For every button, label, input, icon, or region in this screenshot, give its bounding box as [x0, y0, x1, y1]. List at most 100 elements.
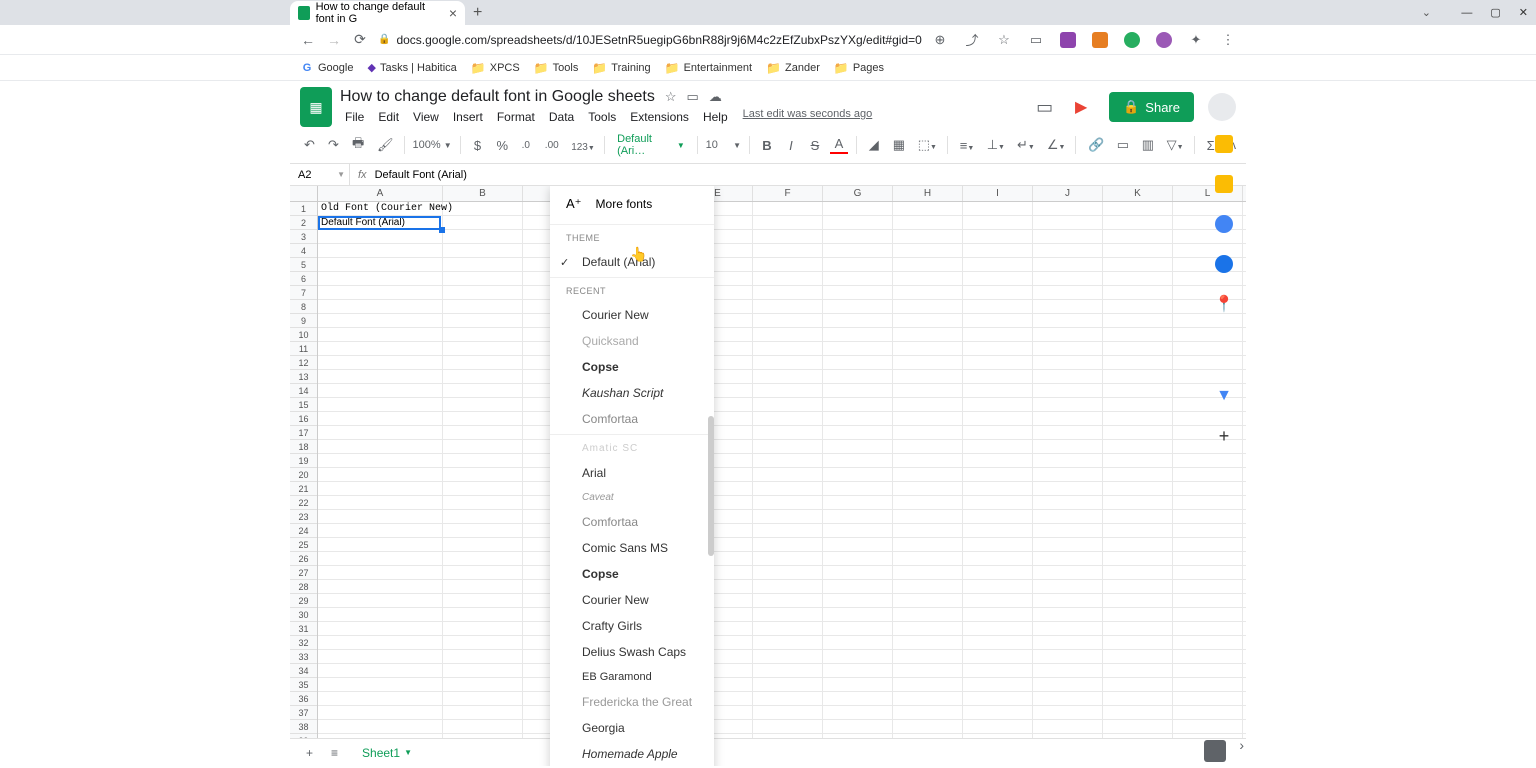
bookmark-entertainment[interactable]: 📁Entertainment: [665, 61, 752, 75]
cell[interactable]: [443, 412, 523, 425]
cell[interactable]: [1103, 384, 1173, 397]
cell[interactable]: [893, 524, 963, 537]
cell[interactable]: [963, 706, 1033, 719]
browser-tab[interactable]: How to change default font in G ×: [290, 1, 465, 25]
cell[interactable]: [823, 538, 893, 551]
cell[interactable]: [318, 412, 443, 425]
cell[interactable]: [1033, 468, 1103, 481]
cell[interactable]: [893, 566, 963, 579]
cell[interactable]: [753, 272, 823, 285]
link-button[interactable]: 🔗: [1084, 134, 1106, 156]
cell[interactable]: [753, 216, 823, 229]
cell[interactable]: [318, 286, 443, 299]
cell[interactable]: [753, 636, 823, 649]
select-all-corner[interactable]: [290, 186, 318, 201]
cell[interactable]: [753, 412, 823, 425]
cell[interactable]: [318, 608, 443, 621]
row-header[interactable]: 13: [290, 370, 317, 384]
row-header[interactable]: 12: [290, 356, 317, 370]
font-courier[interactable]: Courier New: [550, 587, 714, 613]
menu-data[interactable]: Data: [544, 108, 579, 126]
cell[interactable]: [823, 314, 893, 327]
cell[interactable]: [443, 720, 523, 733]
cell[interactable]: [963, 426, 1033, 439]
merge-button[interactable]: ⬚▼: [914, 134, 939, 156]
cell[interactable]: [1103, 356, 1173, 369]
cell[interactable]: [753, 202, 823, 215]
cell[interactable]: [443, 664, 523, 677]
cell[interactable]: [893, 202, 963, 215]
cell[interactable]: [443, 538, 523, 551]
cell[interactable]: [753, 580, 823, 593]
menu-format[interactable]: Format: [492, 108, 540, 126]
cell[interactable]: [443, 468, 523, 481]
cell[interactable]: [1033, 426, 1103, 439]
cell[interactable]: [823, 286, 893, 299]
cell[interactable]: [753, 538, 823, 551]
print-button[interactable]: 🖶: [348, 131, 367, 159]
cell[interactable]: [443, 426, 523, 439]
col-header-G[interactable]: G: [823, 186, 893, 201]
cell[interactable]: [1173, 580, 1243, 593]
menu-insert[interactable]: Insert: [448, 108, 488, 126]
cell[interactable]: [963, 216, 1033, 229]
cell[interactable]: [318, 636, 443, 649]
cell[interactable]: [963, 286, 1033, 299]
cell[interactable]: [753, 426, 823, 439]
extension-icon-3[interactable]: [1124, 32, 1140, 48]
cell[interactable]: [1033, 482, 1103, 495]
col-header-B[interactable]: B: [443, 186, 523, 201]
cell[interactable]: [963, 342, 1033, 355]
cell[interactable]: [963, 510, 1033, 523]
cell[interactable]: [1033, 370, 1103, 383]
cell[interactable]: [318, 538, 443, 551]
cell[interactable]: [443, 286, 523, 299]
cell[interactable]: [443, 622, 523, 635]
cell[interactable]: [753, 258, 823, 271]
cell[interactable]: [823, 328, 893, 341]
cell[interactable]: [753, 230, 823, 243]
cell[interactable]: [963, 440, 1033, 453]
row-header[interactable]: 36: [290, 692, 317, 706]
cell[interactable]: [823, 384, 893, 397]
cell[interactable]: [443, 384, 523, 397]
text-color-button[interactable]: A: [830, 136, 848, 154]
cell[interactable]: [443, 510, 523, 523]
cell[interactable]: [1033, 664, 1103, 677]
cell[interactable]: [443, 552, 523, 565]
cell[interactable]: [1103, 202, 1173, 215]
cell[interactable]: [1103, 398, 1173, 411]
row-header[interactable]: 3: [290, 230, 317, 244]
cell[interactable]: [753, 720, 823, 733]
cell[interactable]: [753, 524, 823, 537]
extension-icon-4[interactable]: [1156, 32, 1172, 48]
cell[interactable]: [823, 356, 893, 369]
font-crafty-girls[interactable]: Crafty Girls: [550, 613, 714, 639]
cell[interactable]: [963, 468, 1033, 481]
font-comic-sans[interactable]: Comic Sans MS: [550, 535, 714, 561]
new-tab-button[interactable]: +: [473, 4, 482, 22]
cell[interactable]: [823, 440, 893, 453]
cell[interactable]: [1173, 650, 1243, 663]
cell[interactable]: [753, 314, 823, 327]
font-size-dropdown[interactable]: 10 ▼: [706, 139, 741, 151]
row-header[interactable]: 34: [290, 664, 317, 678]
cell[interactable]: [823, 342, 893, 355]
col-header-H[interactable]: H: [893, 186, 963, 201]
col-header-I[interactable]: I: [963, 186, 1033, 201]
cell[interactable]: [893, 286, 963, 299]
cell[interactable]: [963, 398, 1033, 411]
cell[interactable]: [963, 482, 1033, 495]
row-header[interactable]: 1: [290, 202, 317, 216]
font-delius[interactable]: Delius Swash Caps: [550, 639, 714, 665]
cell[interactable]: [963, 664, 1033, 677]
cell[interactable]: [443, 482, 523, 495]
cell[interactable]: [443, 580, 523, 593]
cell[interactable]: [1103, 678, 1173, 691]
strike-button[interactable]: S: [806, 135, 824, 156]
cell[interactable]: [318, 370, 443, 383]
cell[interactable]: [1033, 454, 1103, 467]
cell[interactable]: [753, 398, 823, 411]
cell[interactable]: [893, 720, 963, 733]
share-page-icon[interactable]: ⤴: [964, 32, 980, 48]
